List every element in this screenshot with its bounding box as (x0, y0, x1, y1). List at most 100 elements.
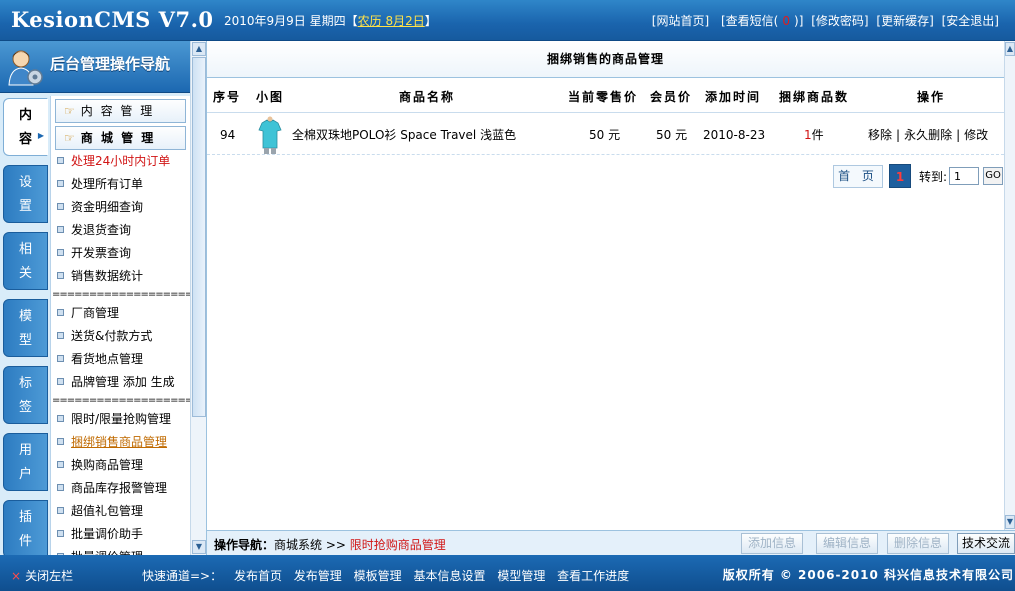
top-header: KesionCMS V7.0 2010年9月9日 星期四【农历 8月2日】 [网… (0, 0, 1015, 41)
breadcrumb-path: 商城系统 >> (274, 538, 350, 552)
close-left-panel-button[interactable]: × 关闭左栏 (11, 567, 73, 584)
copyright-text: 版权所有 © 2006-2010 科兴信息技术有限公司 (722, 568, 1014, 582)
action-bar: 操作导航：商城系统 >> 限时抢购商品管理 添加信息 编辑信息 删除信息 技术交… (207, 530, 1015, 555)
main-scrollbar[interactable]: ▲ ▼ (1004, 41, 1015, 530)
site-home-link[interactable]: [网站首页] (652, 14, 709, 28)
tab-label-line2: 关 (18, 266, 32, 281)
tech-exchange-button[interactable]: 技术交流 (957, 533, 1015, 554)
tab-label-line1: 标 (18, 376, 32, 391)
tab-label-line1: 用 (18, 443, 32, 458)
menu-item-manufacturers[interactable]: 厂商管理 (51, 302, 190, 325)
scroll-down-icon[interactable]: ▼ (192, 540, 206, 554)
top-links: [网站首页] [查看短信(0)] [修改密码] [更新缓存] [安全退出] (648, 12, 999, 29)
menu-header-content[interactable]: ☞ 内 容 管 理 (55, 99, 186, 123)
scroll-up-icon[interactable]: ▲ (1005, 42, 1015, 56)
cell-name[interactable]: 全棉双珠地POLO衫 Space Travel 浅蓝色 (292, 115, 516, 154)
tab-settings[interactable]: 设置 (3, 165, 48, 223)
menu-item-price-helper[interactable]: 批量调价助手 (51, 523, 190, 546)
add-info-button[interactable]: 添加信息 (741, 533, 803, 554)
cell-id: 94 (220, 127, 236, 142)
menu-item-gift-packs[interactable]: 超值礼包管理 (51, 500, 190, 523)
col-member-price: 会员价 (650, 89, 693, 104)
update-cache-link[interactable]: [更新缓存] (876, 14, 933, 28)
bundle-count-value: 1 (804, 127, 812, 142)
menu-item-shipping-query[interactable]: 发退货查询 (51, 219, 190, 242)
quick-link-model-manage[interactable]: 模型管理 (497, 569, 545, 583)
table-row: 94 全棉双珠地POLO衫 Space Travel 浅蓝色 50 元 50 元… (207, 115, 1004, 155)
edit-link[interactable]: 修改 (964, 126, 988, 143)
col-name: 商品名称 (399, 89, 456, 104)
go-button[interactable]: GO (983, 167, 1004, 185)
messages-suffix: )] (794, 14, 804, 28)
current-page: 1 (889, 164, 911, 188)
tab-model[interactable]: 模型 (3, 299, 48, 357)
tab-label-line2: 型 (18, 333, 32, 348)
col-ops: 操作 (917, 89, 946, 104)
lunar-date-link[interactable]: 农历 8月2日 (358, 14, 425, 28)
menu-header-shop[interactable]: ☞ 商 城 管 理 (55, 126, 186, 150)
product-thumbnail-icon (258, 116, 282, 154)
menu-item-stock-alert[interactable]: 商品库存报警管理 (51, 477, 190, 500)
col-bundle-count: 捆绑商品数 (779, 89, 850, 104)
cell-thumb[interactable] (257, 115, 283, 154)
cell-added: 2010-8-23 (703, 127, 766, 142)
first-page-button[interactable]: 首 页 (833, 164, 883, 188)
col-added: 添加时间 (705, 89, 762, 104)
message-count: 0 (782, 14, 791, 28)
tab-label-line2: 户 (18, 467, 32, 482)
remove-link[interactable]: 移除 (868, 126, 892, 143)
quick-link-publish-home[interactable]: 发布首页 (234, 569, 282, 583)
left-navigation-panel: 后台管理操作导航 内容 ▶ 设置 相关 模型 标签 用户 插件 ☞ 内 容 管 理 … (0, 41, 207, 558)
delete-info-button[interactable]: 删除信息 (887, 533, 949, 554)
nav-header: 后台管理操作导航 (0, 41, 190, 93)
tab-content[interactable]: 内容 ▶ (3, 98, 48, 156)
tab-label-line1: 插 (18, 510, 32, 525)
menu-item-brands[interactable]: 品牌管理 添加 生成 (51, 371, 190, 394)
quick-link-basic-settings[interactable]: 基本信息设置 (413, 569, 485, 583)
quick-label: 快速通道=>： (142, 569, 223, 583)
tab-users[interactable]: 用户 (3, 433, 48, 491)
quick-link-template-manage[interactable]: 模板管理 (354, 569, 402, 583)
menu-item-flash-sale[interactable]: 限时/限量抢购管理 (51, 408, 190, 431)
scroll-thumb[interactable] (192, 57, 206, 417)
tab-related[interactable]: 相关 (3, 232, 48, 290)
messages-prefix: [查看短信( (721, 14, 779, 28)
change-password-link[interactable]: [修改密码] (811, 14, 868, 28)
tab-label-line1: 设 (18, 175, 32, 190)
tab-tags[interactable]: 标签 (3, 366, 48, 424)
nav-title: 后台管理操作导航 (50, 55, 171, 73)
menu-item-bundle-sales[interactable]: 捆绑销售商品管理 (51, 431, 190, 454)
close-left-label: 关闭左栏 (25, 569, 74, 583)
tab-label-line2: 签 (18, 400, 32, 415)
left-scrollbar[interactable]: ▲ ▼ (190, 41, 206, 555)
page-jump-input[interactable] (949, 167, 980, 185)
menu-item-price-manage[interactable]: 批量调价管理 (51, 546, 190, 555)
menu-item-funds-query[interactable]: 资金明细查询 (51, 196, 190, 219)
cell-price: 50 元 (589, 128, 621, 142)
quick-link-work-progress[interactable]: 查看工作进度 (557, 569, 629, 583)
breadcrumb-link[interactable]: 限时抢购商品管理 (350, 538, 446, 552)
menu-item-delivery-payment[interactable]: 送货&付款方式 (51, 325, 190, 348)
tab-label-line2: 件 (18, 534, 32, 549)
hand-pointer-icon: ☞ (64, 104, 77, 118)
scroll-up-icon[interactable]: ▲ (192, 42, 206, 56)
menu-item-viewing-locations[interactable]: 看货地点管理 (51, 348, 190, 371)
sidebar-menu: ☞ 内 容 管 理 ☞ 商 城 管 理 处理24小时内订单 处理所有订单 资金明细查… (50, 96, 190, 555)
logout-link[interactable]: [安全退出] (942, 14, 999, 28)
menu-item-exchange[interactable]: 换购商品管理 (51, 454, 190, 477)
scroll-down-icon[interactable]: ▼ (1005, 515, 1015, 529)
breadcrumb: 操作导航：商城系统 >> 限时抢购商品管理 (214, 536, 446, 553)
admin-window: KesionCMS V7.0 2010年9月9日 星期四【农历 8月2日】 [网… (0, 0, 1015, 591)
menu-item-invoice-query[interactable]: 开发票查询 (51, 242, 190, 265)
tab-arrow-icon: ▶ (37, 131, 44, 140)
edit-info-button[interactable]: 编辑信息 (816, 533, 878, 554)
view-messages-link[interactable]: [查看短信(0)] (717, 14, 803, 28)
tab-plugins[interactable]: 插件 (3, 500, 48, 558)
menu-item-orders-24h[interactable]: 处理24小时内订单 (51, 150, 190, 173)
menu-item-sales-stats[interactable]: 销售数据统计 (51, 265, 190, 288)
quick-link-publish-manage[interactable]: 发布管理 (294, 569, 342, 583)
delete-permanent-link[interactable]: 永久删除 (904, 126, 952, 143)
menu-item-all-orders[interactable]: 处理所有订单 (51, 173, 190, 196)
ops-separator: | (956, 127, 961, 142)
pagination: 首 页 1 转到: GO (833, 164, 1004, 188)
